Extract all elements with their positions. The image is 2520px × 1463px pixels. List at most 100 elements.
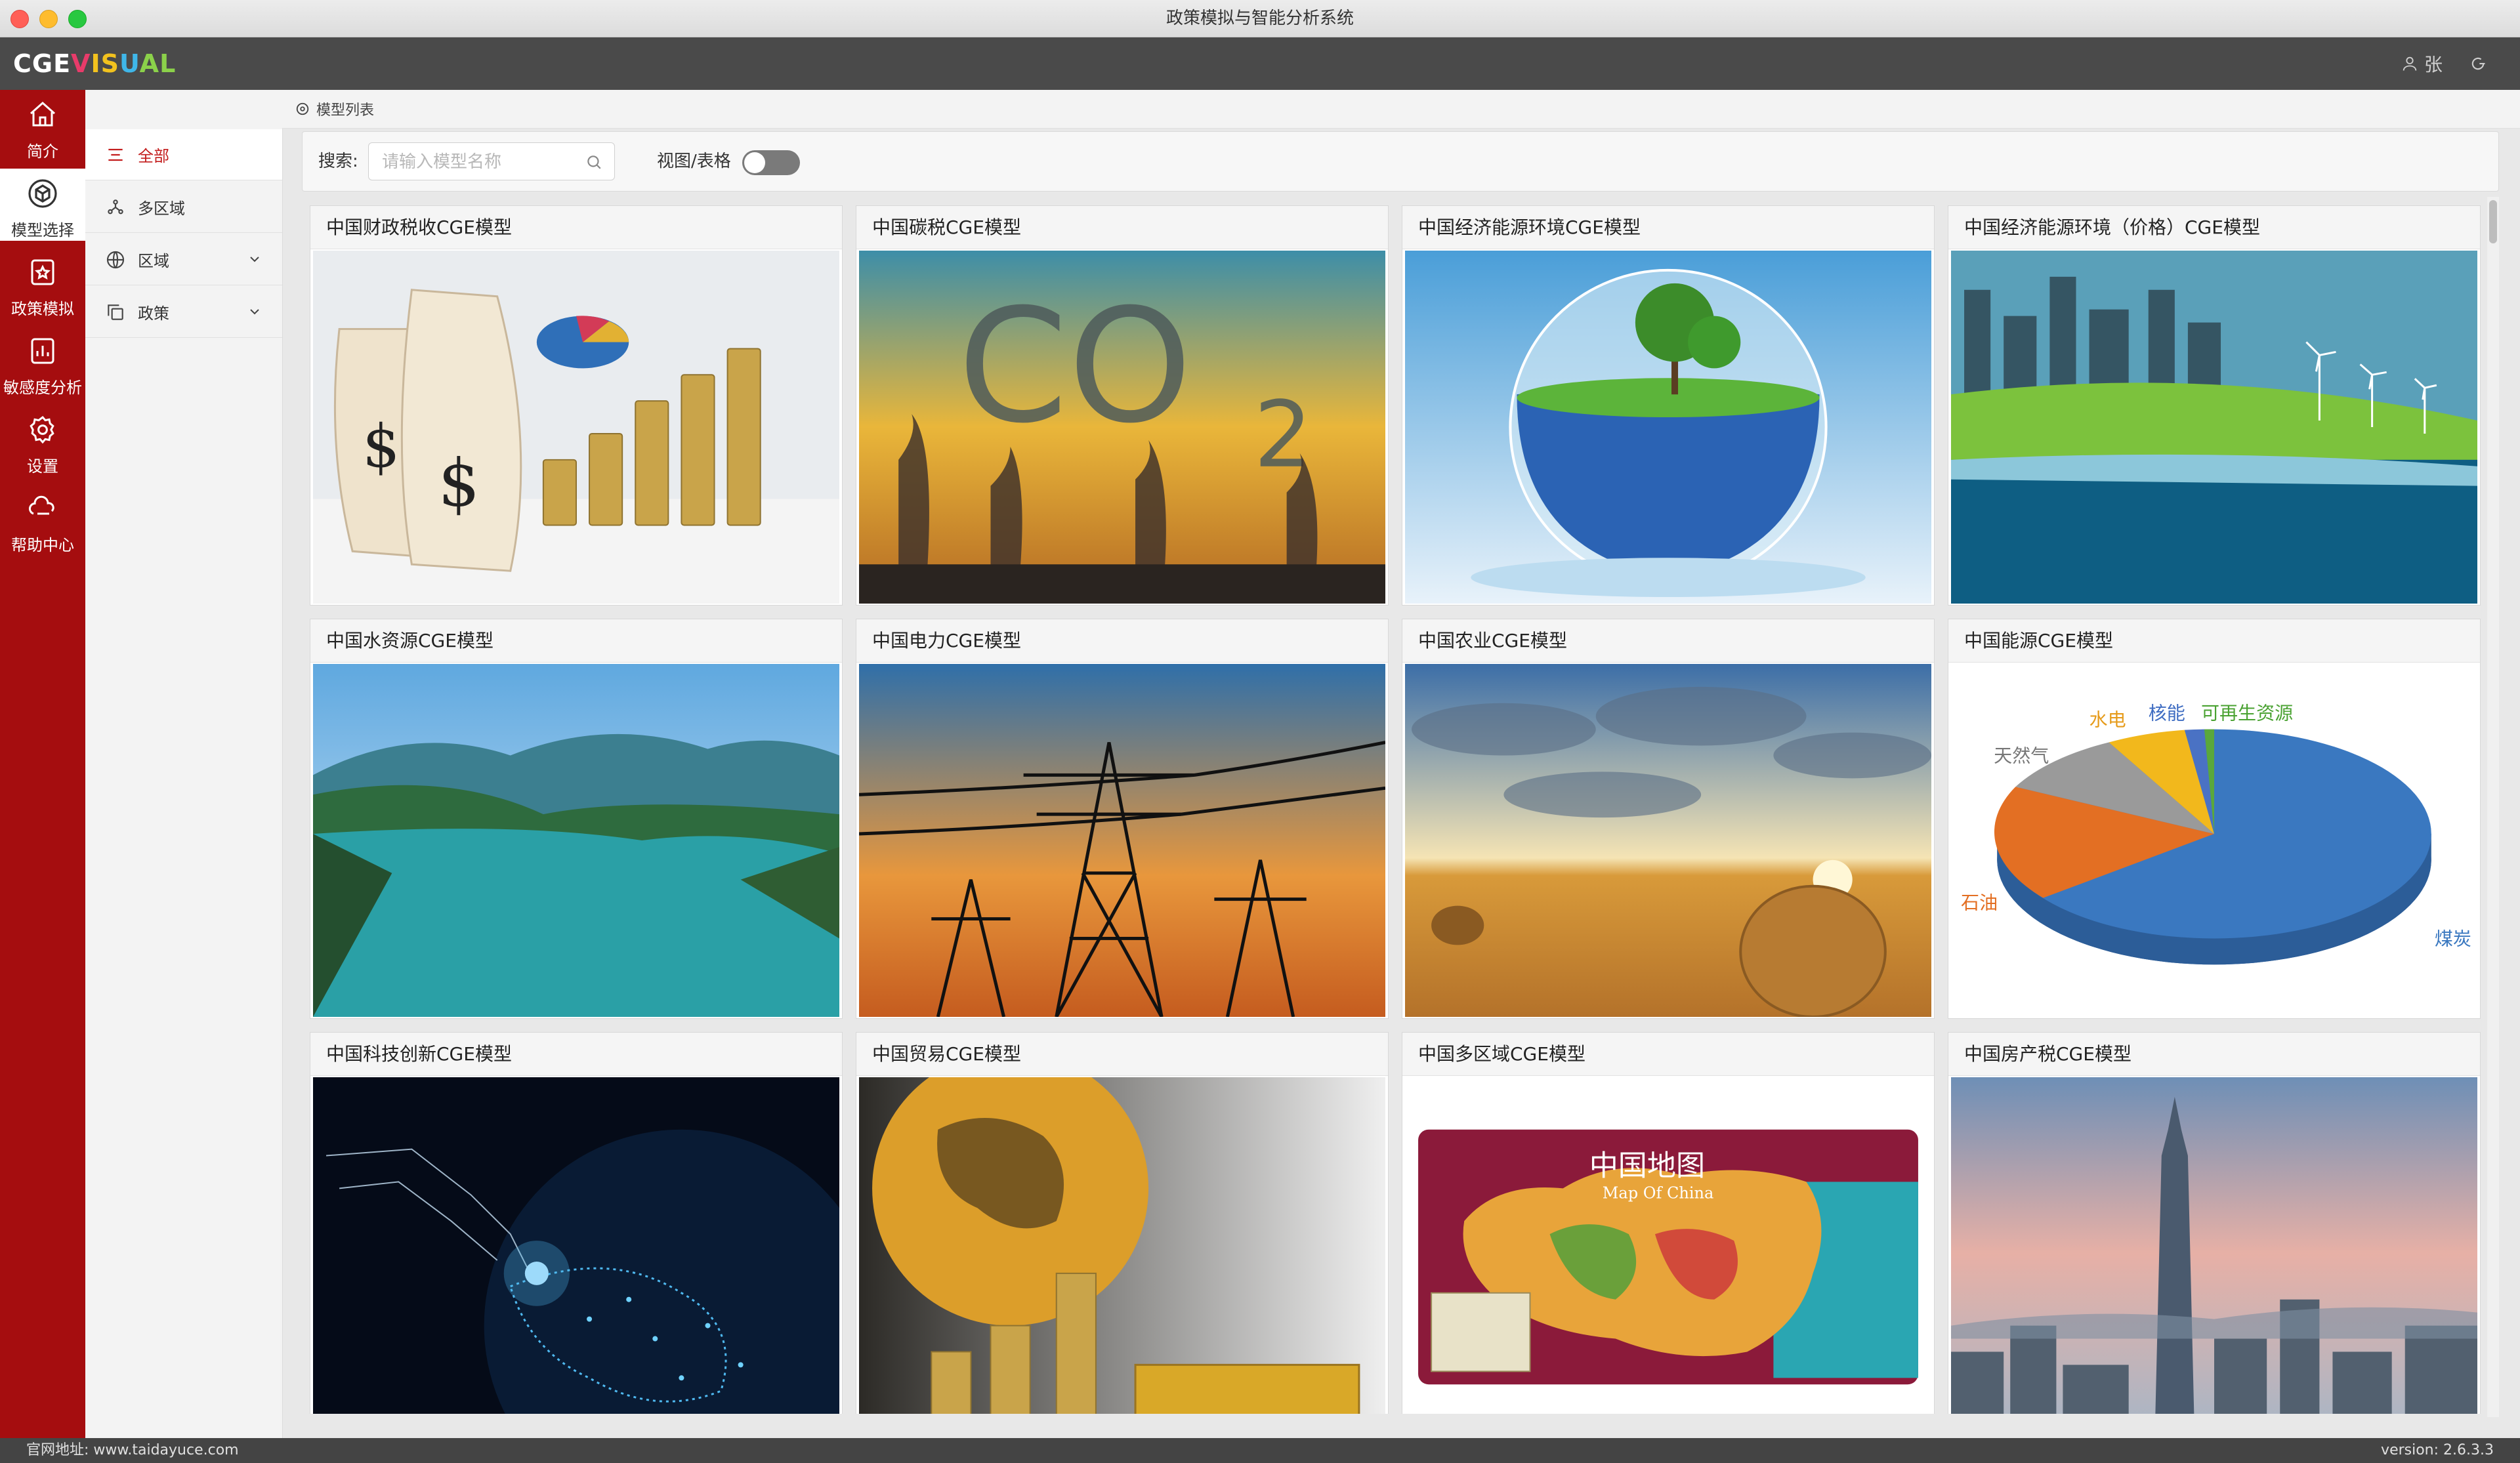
model-card[interactable]: 中国经济能源环境CGE模型 — [1402, 205, 1935, 606]
model-card-image-china-map: 中国地图 Map Of China — [1405, 1077, 1931, 1414]
grid-scrollbar-thumb[interactable] — [2489, 200, 2497, 243]
pie-label-coal: 煤炭 — [2435, 928, 2471, 949]
breadcrumb: 模型列表 — [282, 90, 2520, 129]
pie-label-nuclear: 核能 — [2149, 703, 2185, 724]
nav-item-help[interactable]: 帮助中心 — [0, 484, 85, 556]
nav-item-sensitivity[interactable]: 敏感度分析 — [0, 326, 85, 398]
status-footer: 官网地址: www.taidayuce.com version: 2.6.3.3 — [0, 1438, 2520, 1463]
user-name: 张 — [2424, 54, 2443, 75]
model-card-image-tech — [313, 1077, 839, 1414]
category-nav: 全部 多区域 区域 政策 — [85, 90, 283, 1438]
nav-item-intro[interactable]: 简介 — [0, 90, 85, 162]
category-item-label: 全部 — [138, 147, 169, 165]
category-item-all[interactable]: 全部 — [85, 129, 282, 180]
toggle-knob — [744, 152, 765, 173]
nav-item-label: 模型选择 — [11, 221, 74, 239]
svg-text:$: $ — [362, 413, 400, 481]
model-card-image-carbon: CO 2 — [859, 251, 1385, 604]
model-card-title: 中国多区域CGE模型 — [1402, 1033, 1934, 1076]
model-card-image-energy-pie: 水电 核能 可再生资源 天然气 石油 煤炭 — [1951, 664, 2477, 1017]
model-card-title: 中国水资源CGE模型 — [310, 619, 842, 663]
model-card[interactable]: 中国贸易CGE模型 — [856, 1032, 1389, 1414]
user-area: 张 — [2401, 37, 2487, 90]
model-card[interactable]: 中国电力CGE模型 — [856, 619, 1389, 1019]
co2-text: CO — [957, 275, 1192, 458]
model-card-title: 中国经济能源环境（价格）CGE模型 — [1948, 206, 2480, 249]
model-card[interactable]: 中国经济能源环境（价格）CGE模型 — [1948, 205, 2481, 606]
globe-icon — [106, 251, 125, 268]
chart-doc-icon — [31, 338, 54, 364]
search-icon[interactable] — [585, 154, 602, 171]
model-card-image-energy-price — [1951, 251, 2477, 604]
logo-text-part: U — [119, 49, 140, 78]
category-item-label: 多区域 — [138, 199, 185, 218]
view-toggle-switch[interactable] — [742, 150, 800, 175]
model-card-title: 中国房产税CGE模型 — [1948, 1033, 2480, 1076]
model-card[interactable]: 中国财政税收CGE模型 $ $ — [310, 205, 843, 606]
model-card-title: 中国碳税CGE模型 — [856, 206, 1388, 249]
category-item-label: 区域 — [138, 252, 169, 270]
model-card[interactable]: 中国科技创新CGE模型 — [310, 1032, 843, 1414]
nav-item-label: 设置 — [27, 457, 58, 476]
cube-icon — [28, 179, 57, 208]
model-card[interactable]: 中国水资源CGE模型 — [310, 619, 843, 1019]
user-menu[interactable]: 张 — [2401, 51, 2443, 77]
nav-item-label: 简介 — [27, 142, 58, 161]
logout-icon[interactable] — [2469, 54, 2487, 73]
nav-item-model-select[interactable]: 模型选择 — [0, 169, 85, 241]
model-card-title: 中国财政税收CGE模型 — [310, 206, 842, 249]
model-card[interactable]: 中国房产税CGE模型 — [1948, 1032, 2481, 1414]
model-card[interactable]: 中国能源CGE模型 水电 核能 可再生资源 天然气 石油 煤炭 — [1948, 619, 2481, 1019]
gear-icon — [30, 415, 54, 444]
logo-text-part: CGE — [13, 49, 72, 78]
chevron-down-icon[interactable] — [247, 251, 262, 267]
map-subtitle: Map Of China — [1603, 1184, 1714, 1202]
search-label: 搜索: — [318, 152, 358, 171]
search-input[interactable] — [381, 143, 580, 181]
chevron-down-icon[interactable] — [247, 304, 262, 319]
nav-item-policy-sim[interactable]: 政策模拟 — [0, 247, 85, 319]
breadcrumb-label: 模型列表 — [316, 102, 375, 119]
model-card-title: 中国电力CGE模型 — [856, 619, 1388, 663]
model-card-title: 中国经济能源环境CGE模型 — [1402, 206, 1934, 249]
window-title: 政策模拟与智能分析系统 — [1166, 9, 1354, 28]
model-card-title: 中国贸易CGE模型 — [856, 1033, 1388, 1076]
pie-label-gas: 天然气 — [1994, 745, 2049, 767]
main-nav: 简介 模型选择 政策模拟 敏感度分析 设置 帮助中心 — [0, 90, 85, 1438]
logo-text-part: IS — [91, 49, 119, 78]
model-card-image-agriculture — [1405, 664, 1931, 1017]
grid-scrollbar-track[interactable] — [2487, 197, 2499, 1417]
home-icon — [30, 101, 55, 127]
model-card[interactable]: 中国农业CGE模型 — [1402, 619, 1935, 1019]
search-field[interactable] — [368, 142, 615, 181]
app-header: CGEVISUAL 张 — [0, 37, 2520, 90]
category-item-policy[interactable]: 政策 — [85, 287, 282, 338]
model-card[interactable]: 中国多区域CGE模型 中国地图 Map Of China — [1402, 1032, 1935, 1414]
pie-label-hydro: 水电 — [2090, 709, 2126, 731]
logo-text-part: V — [71, 49, 91, 78]
model-card-image-trade — [859, 1077, 1385, 1414]
window-titlebar: 政策模拟与智能分析系统 — [0, 0, 2520, 37]
nav-item-settings[interactable]: 设置 — [0, 405, 85, 477]
user-icon — [2403, 56, 2417, 71]
settings-circle-icon — [296, 102, 309, 115]
model-card-image-property — [1951, 1077, 2477, 1414]
view-toggle-label: 视图/表格 — [657, 152, 731, 171]
svg-text:$: $ — [438, 445, 480, 522]
model-card-title: 中国农业CGE模型 — [1402, 619, 1934, 663]
model-card[interactable]: 中国碳税CGE模型 CO 2 — [856, 205, 1389, 606]
category-item-region[interactable]: 区域 — [85, 234, 282, 285]
model-card-image-water — [313, 664, 839, 1017]
nav-item-label: 政策模拟 — [11, 300, 74, 318]
star-doc-icon — [31, 259, 54, 285]
pie-label-renewable: 可再生资源 — [2201, 703, 2293, 724]
model-card-grid: 中国财政税收CGE模型 $ $ 中国碳税CGE模型 CO 2 中国经济能源环境C… — [302, 200, 2487, 1414]
nav-item-label: 帮助中心 — [11, 536, 74, 554]
model-card-title: 中国能源CGE模型 — [1948, 619, 2480, 663]
category-item-label: 政策 — [138, 304, 169, 323]
category-item-multi-region[interactable]: 多区域 — [85, 182, 282, 233]
model-card-image-finance: $ $ — [313, 251, 839, 604]
model-card-image-environment — [1405, 251, 1931, 604]
website-link[interactable]: 官网地址: www.taidayuce.com — [26, 1438, 239, 1463]
nav-item-label: 敏感度分析 — [3, 379, 82, 397]
